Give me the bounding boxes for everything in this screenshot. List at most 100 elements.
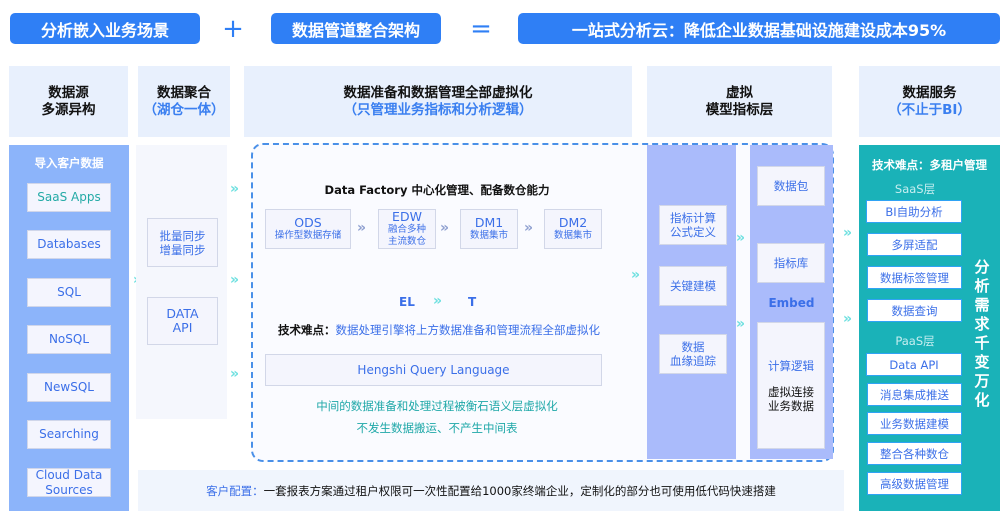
- service-item-warehouse-integration: 整合各种数仓: [867, 442, 962, 465]
- model-item-lineage: 数据 血缘追踪: [659, 334, 727, 374]
- calc-logic-line: 业务数据: [768, 398, 814, 413]
- model-item-line: 血缘追踪: [670, 354, 716, 368]
- header-data-source: 数据源 多源异构: [9, 66, 128, 137]
- arrow-icon: »: [230, 181, 239, 197]
- stage-name: DM1: [474, 215, 504, 230]
- metric-library-label: 指标库: [773, 256, 809, 270]
- banner-pill-label: 分析嵌入业务场景: [40, 20, 169, 40]
- source-item-searching: Searching: [27, 420, 111, 449]
- data-api-line: DATA: [166, 306, 199, 321]
- difficulty-label: 技术难点：: [278, 323, 336, 337]
- model-item-line: 关键建模: [670, 279, 716, 293]
- hql-box: Hengshi Query Language: [265, 354, 602, 386]
- footer-label: 客户配置：: [206, 483, 264, 498]
- arrow-icon: »: [631, 267, 640, 283]
- header-virtualization: 数据准备和数据管理全部虚拟化 （只管理业务指标和分析逻辑）: [244, 66, 632, 137]
- header-aggregation: 数据聚合 （湖仓一体）: [138, 66, 230, 137]
- header-line: 数据服务: [902, 84, 957, 101]
- header-line: 多源异构: [41, 101, 96, 118]
- sync-box: 批量同步 增量同步: [147, 218, 218, 267]
- banner-pill-label: 一站式分析云：降低企业数据基础设施建设成本95%: [571, 20, 947, 40]
- header-line: 数据准备和数据管理全部虚拟化: [343, 84, 533, 101]
- model-item-line: 指标计算: [670, 211, 716, 225]
- banner-pill-label: 数据管道整合架构: [291, 20, 420, 40]
- calc-logic-line: 虚拟连接: [768, 384, 814, 399]
- source-title: 导入客户数据: [34, 156, 104, 170]
- arrow-icon: »: [843, 311, 852, 327]
- banner-pill-one-stop-cloud: 一站式分析云：降低企业数据基础设施建设成本95%: [518, 13, 1000, 44]
- arrow-icon: »: [357, 220, 366, 236]
- header-line: 模型指标层: [705, 101, 774, 118]
- calc-logic-title: 计算逻辑: [768, 358, 814, 373]
- arrow-icon: »: [230, 272, 239, 288]
- stage-name: EDW: [392, 209, 422, 224]
- saas-layer-label: SaaS层: [894, 182, 936, 196]
- sync-line: 批量同步: [159, 228, 206, 243]
- service-item-multi-screen: 多屏适配: [867, 233, 962, 256]
- calc-logic-box: 计算逻辑 虚拟连接 业务数据: [757, 322, 825, 449]
- service-item-bi-self-service: BI自助分析: [866, 200, 962, 223]
- header-subline: （只管理业务指标和分析逻辑）: [343, 101, 533, 118]
- service-item-message-push: 消息集成推送: [867, 383, 962, 406]
- factory-note-1: 中间的数据准备和处理过程被衡石语义层虚拟化: [316, 399, 558, 413]
- arrow-icon: »: [440, 220, 449, 236]
- hql-label: Hengshi Query Language: [357, 363, 510, 377]
- data-api-line: API: [172, 320, 193, 335]
- data-package-box: 数据包: [757, 166, 825, 206]
- embed-label: Embed: [768, 296, 815, 310]
- services-title: 技术难点：多租户管理: [872, 158, 987, 172]
- services-vertical-text: 分析需求千变万化: [974, 258, 990, 409]
- header-line: 数据聚合: [157, 84, 211, 101]
- stage-desc: 数据集市: [469, 230, 508, 241]
- factory-note-2: 不发生数据搬运、不产生中间表: [356, 421, 518, 435]
- source-item-saas-apps: SaaS Apps: [27, 183, 111, 212]
- model-item-key-modeling: 关键建模: [659, 266, 727, 306]
- header-model-layer: 虚拟 模型指标层: [647, 66, 832, 137]
- plus-operator: +: [222, 13, 244, 44]
- header-line: 虚拟: [726, 84, 753, 101]
- stage-ods: ODS 操作型数据存储: [265, 209, 351, 249]
- factory-title: Data Factory 中心化管理、配备数仓能力: [324, 183, 550, 197]
- service-item-data-tags: 数据标签管理: [867, 266, 962, 289]
- header-line: 数据源: [48, 84, 89, 101]
- customer-config-footer: 客户配置： 一套报表方案通过租户权限可一次性配置给1000家终端企业，定制化的部分…: [138, 470, 844, 511]
- data-package-label: 数据包: [773, 179, 809, 193]
- stage-edw: EDW 融合多种主流数仓: [378, 209, 436, 249]
- service-item-business-modeling: 业务数据建模: [867, 412, 962, 435]
- sync-line: 增量同步: [159, 242, 206, 257]
- service-item-advanced-data-mgmt: 高级数据管理: [867, 472, 962, 495]
- arrow-icon: »: [843, 225, 852, 241]
- t-label: T: [468, 295, 477, 309]
- arrow-icon: »: [736, 230, 745, 246]
- paas-layer-label: PaaS层: [895, 334, 935, 348]
- equals-operator: =: [470, 13, 492, 44]
- stage-dm2: DM2 数据集市: [544, 209, 602, 249]
- model-item-line: 数据: [681, 340, 705, 354]
- arrow-icon: »: [524, 220, 533, 236]
- stage-name: ODS: [294, 215, 322, 230]
- service-item-data-api: Data API: [866, 353, 962, 376]
- banner-pill-embedded-analytics: 分析嵌入业务场景: [10, 13, 200, 44]
- model-item-formula: 指标计算 公式定义: [659, 205, 727, 245]
- stage-desc: 操作型数据存储: [274, 230, 342, 241]
- header-data-services: 数据服务 （不止于BI）: [859, 66, 1000, 137]
- arrow-icon: »: [230, 366, 239, 382]
- aggregation-column: [136, 145, 227, 419]
- model-item-line: 公式定义: [670, 225, 716, 239]
- data-api-box: DATA API: [147, 297, 218, 345]
- stage-dm1: DM1 数据集市: [460, 209, 518, 249]
- el-label: EL: [399, 295, 415, 309]
- metric-library-box: 指标库: [757, 243, 825, 283]
- source-item-databases: Databases: [27, 230, 111, 259]
- source-item-sql: SQL: [27, 278, 111, 307]
- stage-desc: 融合多种主流数仓: [387, 224, 426, 247]
- banner-pill-data-pipeline: 数据管道整合架构: [271, 13, 441, 44]
- source-item-cloud-data-sources: Cloud Data Sources: [27, 468, 111, 497]
- header-subline: （不止于BI）: [888, 101, 971, 118]
- difficulty-text: 数据处理引擎将上方数据准备和管理流程全部虚拟化: [335, 323, 601, 337]
- footer-text: 一套报表方案通过租户权限可一次性配置给1000家终端企业，定制化的部分也可使用低…: [263, 483, 776, 498]
- arrow-icon: »: [433, 293, 442, 309]
- source-item-nosql: NoSQL: [27, 325, 111, 354]
- stage-name: DM2: [558, 215, 588, 230]
- service-item-data-query: 数据查询: [867, 299, 962, 322]
